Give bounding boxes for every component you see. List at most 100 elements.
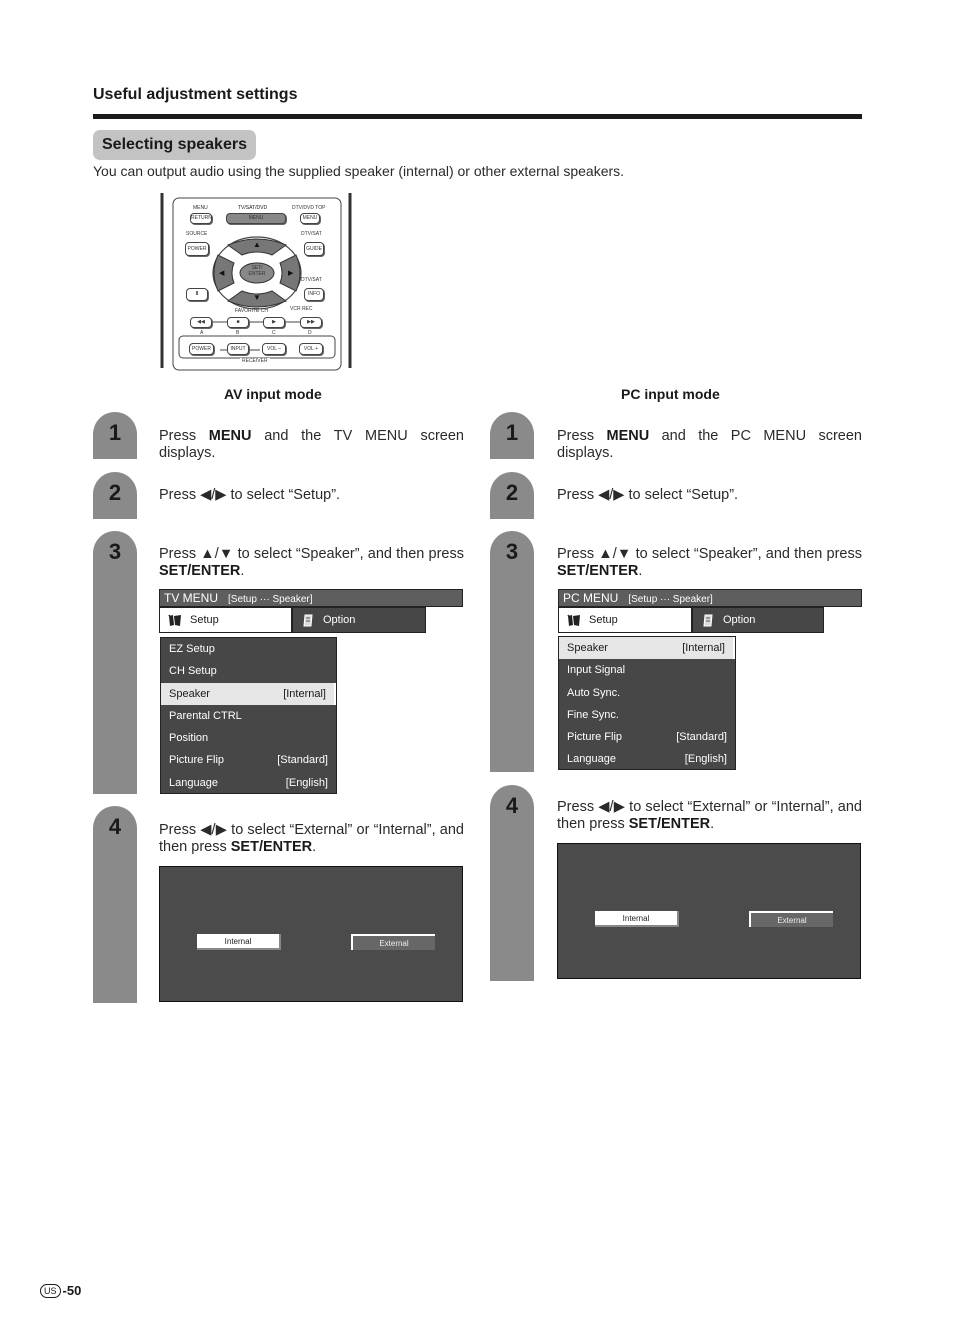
remote-input-button: INPUT [227, 343, 249, 355]
remote-stop-button: ■ [227, 317, 249, 328]
menu-item-fine-sync[interactable]: Fine Sync. [559, 704, 735, 726]
section-rule [93, 114, 862, 119]
menu-item-position[interactable]: Position [161, 727, 336, 749]
pc-step-4-tab: 4 [490, 785, 534, 981]
tab-label: Setup [589, 614, 618, 626]
remote-set-enter-button: SET/ ENTER [248, 265, 266, 277]
tab-label: Option [723, 614, 756, 626]
remote-label-favorite: FAVORITE CH [235, 308, 268, 314]
av-step-2-tab: 2 [93, 472, 137, 519]
menu-breadcrumb: [Setup ··· Speaker] [228, 594, 313, 605]
av-step-1-tab: 1 [93, 412, 137, 459]
av-step-1-text: Press MENU and the TV MENU screen displa… [159, 428, 464, 461]
setup-tools-icon [567, 614, 580, 626]
remote-label-c: C [272, 330, 276, 336]
remote-menu-button: MENU [226, 213, 286, 224]
step-number: 4 [505, 793, 519, 818]
menu-breadcrumb: [Setup ··· Speaker] [628, 594, 713, 605]
remote-left-icon: ◀ [219, 270, 225, 277]
internal-option-button[interactable]: Internal [595, 911, 679, 927]
menu-item-parental-ctrl[interactable]: Parental CTRL [161, 705, 336, 727]
remote-down-icon: ▼ [253, 293, 261, 302]
remote-label-menu: MENU [193, 205, 208, 211]
remote-up-icon: ▲ [253, 240, 261, 249]
remote-return-button: RETURN [190, 213, 212, 224]
step-number: 2 [108, 480, 122, 505]
tab-label: Setup [190, 614, 219, 626]
external-option-button[interactable]: External [351, 934, 435, 950]
menu-item-input-signal[interactable]: Input Signal [559, 659, 735, 681]
remote-power-receiver-button: POWER [189, 343, 214, 355]
menu-item-language[interactable]: Language [English] [161, 772, 336, 794]
step-number: 3 [505, 539, 519, 564]
av-mode-label: AV input mode [224, 386, 322, 402]
menu-item-auto-sync[interactable]: Auto Sync. [559, 682, 735, 704]
pc-menu-header: PC MENU [Setup ··· Speaker] [558, 589, 862, 607]
remote-ffwd-button: ▶▶ [300, 317, 322, 328]
remote-label-dtvsat-2: DTV/SAT [301, 277, 322, 283]
av-step-4-text: Press ◀/▶ to select “External” or “Inter… [159, 822, 464, 855]
menu-item-ch-setup[interactable]: CH Setup [161, 660, 336, 682]
menu-title: PC MENU [563, 591, 619, 605]
pc-step-4-text: Press ◀/▶ to select “External” or “Inter… [557, 799, 862, 832]
remote-label-dtvsat: DTV/SAT [301, 231, 322, 237]
setup-tools-icon [168, 614, 181, 626]
av-step-3-text: Press ▲/▼ to select “Speaker”, and then … [159, 546, 464, 579]
av-step-4-tab: 4 [93, 806, 137, 1003]
step-number: 4 [108, 814, 122, 839]
pc-step-3-text: Press ▲/▼ to select “Speaker”, and then … [557, 546, 862, 579]
menu-item-picture-flip[interactable]: Picture Flip [Standard] [161, 749, 336, 771]
pc-step-2-text: Press ◀/▶ to select “Setup”. [557, 487, 739, 503]
pc-mode-label: PC input mode [621, 386, 720, 402]
region-badge: US [40, 1283, 61, 1298]
remote-guide-button: GUIDE [304, 242, 324, 256]
remote-label-d: D [308, 330, 312, 336]
remote-label-vcr-rec: VCR REC [290, 306, 313, 312]
page-number: -50 [62, 1283, 82, 1298]
pc-speaker-choice-screen: Internal External [557, 843, 861, 979]
remote-power-source-button: POWER [185, 242, 209, 256]
remote-label-tvsatdvd: TV/SAT/DVD [238, 205, 268, 211]
pc-step-3-tab: 3 [490, 531, 534, 772]
option-notepad-icon [703, 614, 713, 627]
internal-option-button[interactable]: Internal [197, 934, 281, 950]
tv-menu-header: TV MENU [Setup ··· Speaker] [159, 589, 463, 607]
remote-label-b: B [236, 330, 240, 336]
step-number: 1 [505, 420, 519, 445]
section-title: Useful adjustment settings [93, 86, 298, 103]
tv-menu-tab-option[interactable]: Option [292, 607, 426, 633]
av-speaker-choice-screen: Internal External [159, 866, 463, 1002]
remote-play-button: ▶ [263, 317, 285, 328]
pc-step-1-tab: 1 [490, 412, 534, 459]
remote-vol-minus-button: VOL – [262, 343, 286, 355]
remote-label-receiver: RECEIVER [240, 358, 270, 364]
remote-label-a: A [200, 330, 204, 336]
menu-item-picture-flip[interactable]: Picture Flip [Standard] [559, 726, 735, 748]
pc-step-1-text: Press MENU and the PC MENU screen displa… [557, 428, 862, 461]
remote-pause-button: II [186, 288, 208, 301]
menu-item-speaker[interactable]: Speaker [Internal] [161, 682, 336, 705]
remote-control-illustration: MENU TV/SAT/DVD DTV/DVD TOP RETURN MENU … [160, 193, 354, 373]
intro-text: You can output audio using the supplied … [93, 163, 625, 179]
tv-menu-tab-setup[interactable]: Setup [159, 607, 292, 633]
step-number: 3 [108, 539, 122, 564]
pc-menu-tab-setup[interactable]: Setup [558, 607, 692, 633]
pc-menu-tab-option[interactable]: Option [692, 607, 824, 633]
tab-label: Option [323, 614, 356, 626]
remote-label-dtvdvd-top: DTV/DVD TOP [292, 205, 326, 211]
option-notepad-icon [303, 614, 313, 627]
pc-step-2-tab: 2 [490, 472, 534, 519]
menu-item-speaker[interactable]: Speaker [Internal] [559, 637, 735, 660]
pc-menu-list: Speaker [Internal] Input Signal Auto Sync… [558, 636, 736, 770]
tv-menu-list: EZ Setup CH Setup Speaker [Internal] Pare… [160, 637, 337, 794]
remote-rewind-button: ◀◀ [190, 317, 212, 328]
step-number: 2 [505, 480, 519, 505]
menu-title: TV MENU [164, 591, 218, 605]
menu-item-ez-setup[interactable]: EZ Setup [161, 638, 336, 660]
av-step-3-tab: 3 [93, 531, 137, 794]
remote-menu-right-button: MENU [300, 213, 320, 224]
external-option-button[interactable]: External [749, 911, 833, 927]
remote-info-button: INFO [304, 288, 324, 301]
av-step-2-text: Press ◀/▶ to select “Setup”. [159, 487, 341, 503]
menu-item-language[interactable]: Language [English] [559, 748, 735, 770]
